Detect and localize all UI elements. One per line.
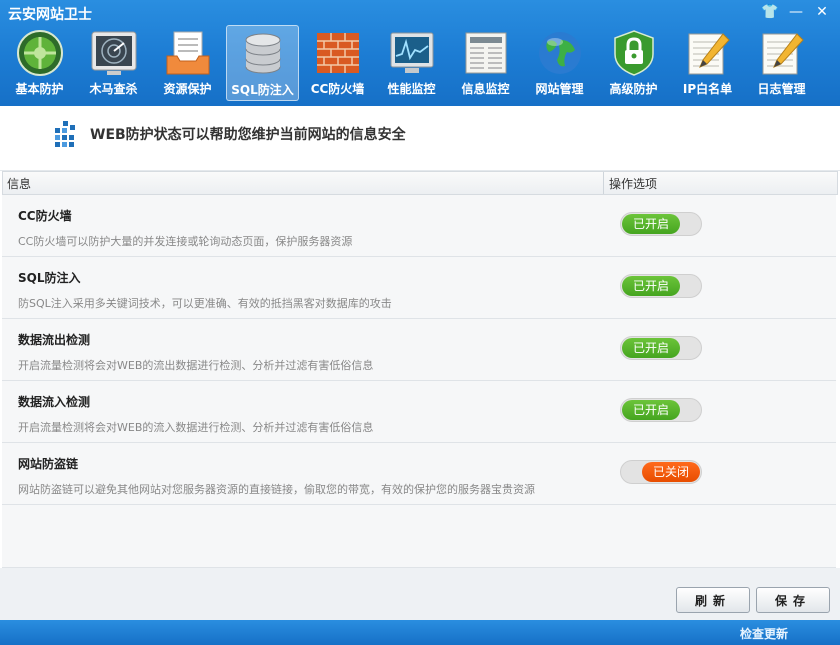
- row-description: CC防火墙可以防护大量的并发连接或轮询动态页面，保护服务器资源: [18, 235, 353, 248]
- toggle-label: 已开启: [622, 400, 680, 420]
- row-description: 网站防盗链可以避免其他网站对您服务器资源的直接链接，偷取您的带宽，有效的保护您的…: [18, 483, 535, 496]
- tool-label: 木马查杀: [89, 82, 138, 96]
- status-toggle[interactable]: 已关闭: [620, 460, 702, 484]
- refresh-button[interactable]: 刷新: [676, 587, 750, 613]
- row-title: SQL防注入: [18, 271, 81, 285]
- row-description: 防SQL注入采用多关键词技术，可以更准确、有效的抵挡黑客对数据库的攻击: [18, 297, 392, 310]
- tool-label: IP白名单: [682, 82, 733, 96]
- brick-wall-icon: [316, 33, 359, 73]
- grid-blocks-icon: [55, 121, 75, 147]
- row-description: 开启流量检测将会对WEB的流入数据进行检测、分析并过滤有害低俗信息: [18, 421, 374, 434]
- tool-info-monitor[interactable]: 信息监控: [450, 25, 521, 101]
- tool-label: 高级防护: [609, 82, 658, 96]
- tool-label: 日志管理: [757, 82, 806, 96]
- tool-label: 网站管理: [535, 82, 584, 96]
- notepad-pencil-icon: [762, 33, 804, 75]
- tool-label: SQL防注入: [231, 83, 294, 97]
- status-toggle[interactable]: 已开启: [620, 274, 702, 298]
- skin-icon[interactable]: 👕: [758, 2, 782, 22]
- check-update-link[interactable]: 检查更新: [740, 625, 788, 642]
- row-description: 开启流量检测将会对WEB的流出数据进行检测、分析并过滤有害低俗信息: [18, 359, 374, 372]
- globe-icon: [538, 32, 581, 74]
- close-button[interactable]: ✕: [810, 2, 834, 22]
- status-toggle[interactable]: 已开启: [620, 336, 702, 360]
- protection-row-outbound-check: 数据流出检测 开启流量检测将会对WEB的流出数据进行检测、分析并过滤有害低俗信息…: [2, 319, 836, 381]
- tool-ip-whitelist[interactable]: IP白名单: [672, 25, 743, 101]
- tool-trojan-scan[interactable]: 木马查杀: [78, 25, 149, 101]
- protection-row-inbound-check: 数据流入检测 开启流量检测将会对WEB的流入数据进行检测、分析并过滤有害低俗信息…: [2, 381, 836, 443]
- toggle-label: 已开启: [622, 276, 680, 296]
- row-title: CC防火墙: [18, 209, 72, 223]
- tool-label: 性能监控: [387, 82, 436, 96]
- document-tray-icon: [166, 31, 209, 75]
- protection-row-cc-firewall: CC防火墙 CC防火墙可以防护大量的并发连接或轮询动态页面，保护服务器资源 已开…: [2, 195, 836, 257]
- tool-label: 信息监控: [461, 82, 510, 96]
- row-title: 数据流出检测: [18, 333, 91, 347]
- status-toggle[interactable]: 已开启: [620, 398, 702, 422]
- tool-label: 资源保护: [163, 82, 212, 96]
- toggle-label: 已开启: [622, 214, 680, 234]
- tool-performance-monitor[interactable]: 性能监控: [376, 25, 447, 101]
- column-divider[interactable]: [603, 172, 604, 194]
- tool-cc-firewall[interactable]: CC防火墙: [302, 25, 373, 101]
- info-banner: WEB防护状态可以帮助您维护当前网站的信息安全: [0, 106, 840, 171]
- monitor-chart-icon: [390, 32, 433, 73]
- action-bar: 刷新 保存: [0, 568, 840, 620]
- list-empty-area: [2, 505, 836, 568]
- protection-list: CC防火墙 CC防火墙可以防护大量的并发连接或轮询动态页面，保护服务器资源 已开…: [2, 195, 836, 505]
- toggle-label: 已开启: [622, 338, 680, 358]
- window-controls: 👕 — ✕: [758, 2, 834, 22]
- tool-resource-protection[interactable]: 资源保护: [152, 25, 223, 101]
- column-header-info: 信息: [7, 177, 32, 191]
- protection-row-sql-injection: SQL防注入 防SQL注入采用多关键词技术，可以更准确、有效的抵挡黑客对数据库的…: [2, 257, 836, 319]
- toggle-label: 已关闭: [642, 462, 700, 482]
- newspaper-icon: [465, 32, 506, 74]
- tool-log-management[interactable]: 日志管理: [746, 25, 817, 101]
- app-title: 云安网站卫士: [8, 7, 92, 23]
- status-bar: 检查更新: [0, 620, 840, 645]
- save-button[interactable]: 保存: [756, 587, 830, 613]
- tool-advanced-protection[interactable]: 高级防护: [598, 25, 669, 101]
- tool-site-management[interactable]: 网站管理: [524, 25, 595, 101]
- app-window: 云安网站卫士 👕 — ✕ 基本防护 木马查杀 资源保护 SQL防注入 CC防火墙…: [0, 0, 840, 645]
- padlock-shield-icon: [613, 30, 654, 76]
- row-title: 网站防盗链: [18, 457, 79, 471]
- radar-scan-icon: [91, 31, 136, 75]
- minimize-button[interactable]: —: [784, 2, 808, 22]
- row-title: 数据流入检测: [18, 395, 91, 409]
- main-toolbar: 基本防护 木马查杀 资源保护 SQL防注入 CC防火墙 性能监控 信息监控 网站…: [4, 25, 820, 101]
- database-icon: [245, 33, 280, 74]
- tool-sql-injection[interactable]: SQL防注入: [226, 25, 299, 101]
- tool-label: 基本防护: [15, 82, 64, 96]
- shield-radar-icon: [16, 30, 63, 76]
- status-toggle[interactable]: 已开启: [620, 212, 702, 236]
- tool-basic-protection[interactable]: 基本防护: [4, 25, 75, 101]
- tool-label: CC防火墙: [310, 82, 365, 96]
- protection-row-hotlink: 网站防盗链 网站防盗链可以避免其他网站对您服务器资源的直接链接，偷取您的带宽，有…: [2, 443, 836, 505]
- banner-text: WEB防护状态可以帮助您维护当前网站的信息安全: [90, 127, 406, 143]
- title-bar: 云安网站卫士 👕 — ✕ 基本防护 木马查杀 资源保护 SQL防注入 CC防火墙…: [0, 0, 840, 106]
- table-header: 信息 操作选项: [2, 171, 838, 195]
- column-header-options: 操作选项: [609, 177, 658, 191]
- notepad-pencil-icon: [688, 33, 730, 75]
